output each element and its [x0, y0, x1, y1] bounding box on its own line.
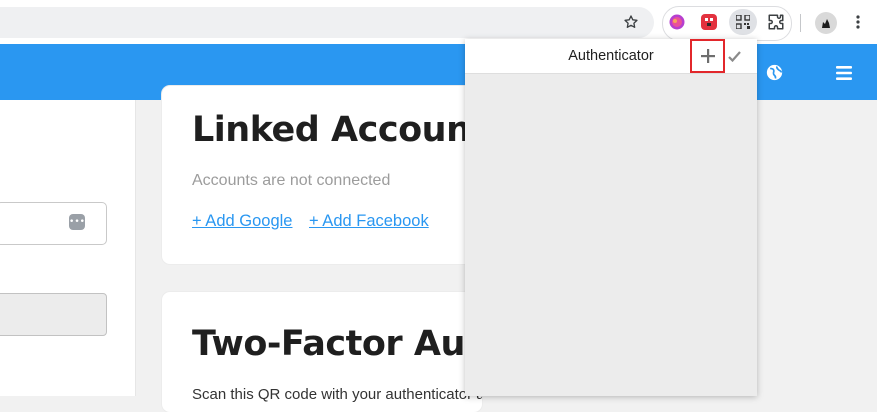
linked-accounts-card: Linked Accounts Accounts are not connect… — [162, 86, 508, 264]
form-submit-button[interactable] — [0, 293, 107, 336]
address-bar[interactable] — [0, 7, 654, 38]
add-facebook-link[interactable]: + Add Facebook — [309, 212, 429, 231]
browser-toolbar — [0, 0, 877, 44]
settings-form-panel: ••• — [0, 100, 136, 396]
puzzle-extensions-icon[interactable] — [766, 12, 786, 32]
add-account-button[interactable] — [690, 39, 725, 73]
two-factor-card: Two-Factor Authentication Scan this QR c… — [162, 292, 482, 412]
kebab-menu-icon[interactable] — [852, 12, 864, 32]
toolbar-divider — [800, 14, 801, 32]
linked-accounts-heading: Linked Accounts — [192, 110, 508, 150]
two-factor-instructions: Scan this QR code with your authenticato… — [192, 386, 482, 403]
popup-header: Authenticator — [465, 39, 757, 74]
profile-avatar[interactable] — [815, 12, 837, 34]
authenticator-qr-icon[interactable] — [729, 9, 757, 35]
two-factor-heading: Two-Factor Authentication — [192, 324, 482, 364]
password-manager-icon[interactable]: ••• — [69, 214, 85, 230]
password-input[interactable] — [0, 202, 107, 245]
checkmark-icon — [727, 50, 741, 62]
add-google-link[interactable]: + Add Google — [192, 212, 292, 231]
edit-done-button[interactable] — [725, 47, 743, 65]
hamburger-menu-icon[interactable] — [835, 65, 852, 80]
authenticator-popup: Authenticator — [465, 39, 757, 396]
colorful-extension-icon[interactable] — [668, 13, 686, 31]
bookmark-star-icon[interactable] — [622, 13, 640, 31]
plus-icon — [700, 49, 715, 63]
red-extension-icon[interactable] — [699, 12, 719, 32]
accounts-status-text: Accounts are not connected — [192, 172, 391, 189]
globe-icon[interactable] — [765, 63, 783, 81]
